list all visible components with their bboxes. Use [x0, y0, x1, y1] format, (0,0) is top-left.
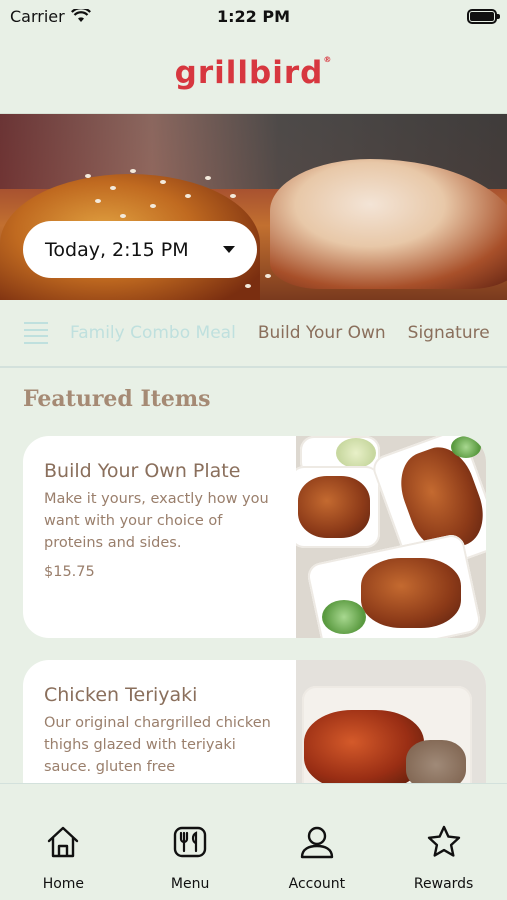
category-tabs: Family Combo Meal Build Your Own Signatu… [0, 300, 507, 368]
item-price: $15.75 [44, 564, 95, 580]
tab-family-combo-meal[interactable]: Family Combo Meal [70, 323, 236, 343]
home-icon [48, 826, 79, 858]
grillbird-logo[interactable]: grillbird® [175, 55, 333, 91]
card-text: Build Your Own Plate Make it yours, exac… [23, 436, 296, 638]
nav-label: Home [42, 876, 85, 892]
status-bar: Carrier 1:22 PM [0, 0, 507, 32]
tab-build-your-own[interactable]: Build Your Own [258, 323, 386, 343]
nav-label: Menu [170, 876, 210, 892]
item-description: Our original chargrilled chicken thighs … [44, 715, 271, 775]
menu-item-card[interactable]: Build Your Own Plate Make it yours, exac… [23, 436, 486, 638]
item-name: Build Your Own Plate [44, 460, 241, 482]
menu-icon [173, 826, 207, 858]
nav-label: Rewards [413, 876, 474, 892]
logo-text: grillbird [174, 54, 324, 91]
app-header: grillbird® [0, 32, 507, 114]
pickup-time-selector[interactable]: Today, 2:15 PM [23, 221, 257, 278]
nav-home[interactable]: Home [0, 784, 127, 900]
bottom-tab-bar: Home Menu Account Rewards [0, 783, 507, 900]
list-icon[interactable] [24, 322, 48, 344]
nav-label: Account [288, 876, 346, 892]
caret-down-icon [223, 246, 235, 253]
battery-icon [467, 8, 500, 24]
featured-items-heading: Featured Items [23, 386, 211, 412]
item-description: Make it yours, exactly how you want with… [44, 491, 269, 551]
item-photo [296, 436, 486, 638]
battery-fill [470, 11, 494, 21]
status-time: 1:22 PM [216, 6, 290, 26]
nav-account[interactable]: Account [254, 784, 381, 900]
nav-menu[interactable]: Menu [127, 784, 254, 900]
tab-signature[interactable]: Signature [408, 323, 490, 343]
item-name: Chicken Teriyaki [44, 684, 198, 706]
logo-registered-mark: ® [323, 54, 333, 64]
hero-banner: Today, 2:15 PM [0, 114, 507, 300]
star-icon [427, 825, 460, 857]
account-icon [300, 826, 334, 859]
nav-rewards[interactable]: Rewards [380, 784, 507, 900]
pickup-time-label: Today, 2:15 PM [45, 238, 189, 261]
